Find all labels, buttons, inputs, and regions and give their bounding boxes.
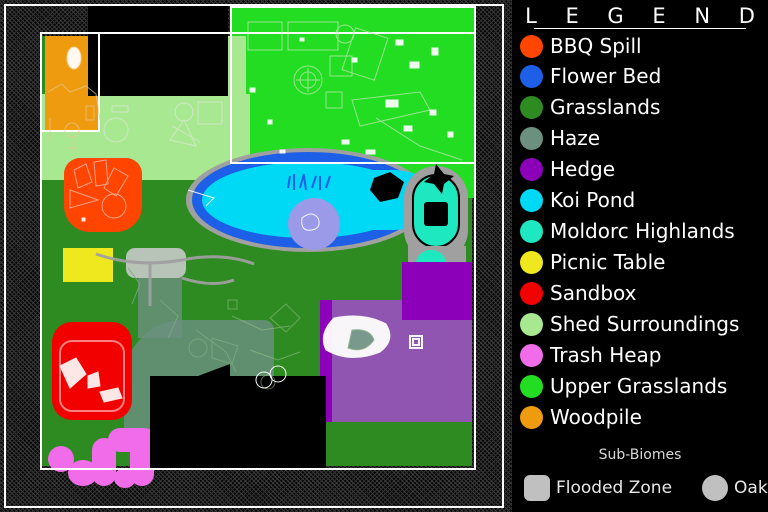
legend-swatch-woodpile — [520, 405, 543, 429]
legend-label-picnic-table: Picnic Table — [550, 250, 666, 274]
legend-item-flower-bed[interactable]: Flower Bed — [520, 61, 768, 91]
legend-panel: L E G E N D BBQ Spill Flower Bed Grassla… — [512, 0, 768, 512]
legend-swatch-trash-heap — [520, 343, 543, 367]
legend-item-picnic-table[interactable]: Picnic Table — [520, 247, 768, 277]
biome-map-screen: L E G E N D BBQ Spill Flower Bed Grassla… — [0, 0, 768, 512]
legend-label-trash-heap: Trash Heap — [550, 343, 662, 367]
legend-title-underline — [534, 28, 746, 29]
legend-label-haze: Haze — [550, 126, 601, 150]
legend-title: L E G E N D — [525, 4, 766, 28]
sub-biome-label-flooded-zone: Flooded Zone — [556, 478, 673, 498]
legend-label-moldorc-highlands: Moldorc Highlands — [550, 219, 735, 243]
legend-item-haze[interactable]: Haze — [520, 123, 768, 153]
legend-swatch-shed-surroundings — [520, 312, 543, 336]
legend-item-hedge[interactable]: Hedge — [520, 154, 768, 184]
legend-label-bbq-spill: BBQ Spill — [550, 34, 642, 58]
legend-item-shed-surroundings[interactable]: Shed Surroundings — [520, 309, 768, 339]
legend-label-shed-surroundings: Shed Surroundings — [550, 312, 740, 336]
legend-swatch-upper-grasslands — [520, 374, 543, 398]
legend-label-upper-grasslands: Upper Grasslands — [550, 374, 728, 398]
map-panel[interactable] — [0, 0, 512, 512]
sub-biome-swatch-oak-hill — [702, 475, 729, 501]
legend-label-flower-bed: Flower Bed — [550, 64, 662, 88]
map-frame-upper — [230, 6, 476, 164]
legend-label-sandbox: Sandbox — [550, 281, 637, 305]
legend-label-woodpile: Woodpile — [550, 405, 642, 429]
legend-label-grasslands: Grasslands — [550, 95, 661, 119]
legend-item-moldorc-highlands[interactable]: Moldorc Highlands — [520, 216, 768, 246]
legend-label-koi-pond: Koi Pond — [550, 188, 636, 212]
legend-item-woodpile[interactable]: Woodpile — [520, 402, 768, 432]
legend-label-hedge: Hedge — [550, 157, 616, 181]
map-frame-shed — [40, 32, 100, 132]
legend-swatch-grasslands — [520, 95, 543, 119]
legend-swatch-haze — [520, 126, 543, 150]
legend-swatch-picnic-table — [520, 250, 543, 274]
legend-item-trash-heap[interactable]: Trash Heap — [520, 340, 768, 370]
legend-swatch-moldorc-highlands — [520, 219, 543, 243]
legend-item-sandbox[interactable]: Sandbox — [520, 278, 768, 308]
legend-swatch-hedge — [520, 157, 543, 181]
legend-swatch-koi-pond — [520, 188, 543, 212]
legend-swatch-sandbox — [520, 281, 543, 305]
sub-biomes-title: Sub-Biomes — [598, 447, 682, 463]
sub-biome-swatch-flooded-zone — [524, 475, 550, 501]
sub-biomes-row: Flooded Zone Oak Hill — [524, 472, 768, 504]
legend-item-grasslands[interactable]: Grasslands — [520, 92, 768, 122]
sub-biome-label-oak-hill: Oak Hill — [734, 478, 768, 498]
legend-item-bbq-spill[interactable]: BBQ Spill — [520, 31, 768, 61]
legend-swatch-bbq-spill — [520, 34, 543, 58]
legend-item-koi-pond[interactable]: Koi Pond — [520, 185, 768, 215]
legend-item-upper-grasslands[interactable]: Upper Grasslands — [520, 371, 768, 401]
legend-swatch-flower-bed — [520, 64, 543, 88]
